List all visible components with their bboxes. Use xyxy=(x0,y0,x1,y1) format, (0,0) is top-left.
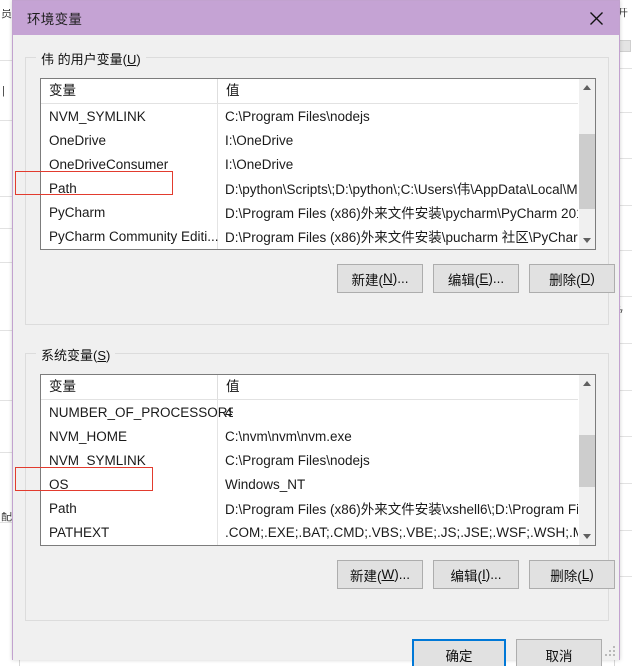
table-row[interactable]: OS Windows_NT xyxy=(41,472,595,496)
user-variables-group: 伟 的用户变量(U) 变量 值 NVM_SYMLINK C:\Program F… xyxy=(25,49,615,325)
btn-prefix: 编辑( xyxy=(450,568,482,584)
variable-value: .COM;.EXE;.BAT;.CMD;.VBS;.VBE;.JS;.JSE;.… xyxy=(225,524,585,540)
system-variables-group-title: 系统变量(S) xyxy=(36,345,116,364)
variable-name: NVM_HOME xyxy=(49,428,128,444)
scroll-down-icon[interactable] xyxy=(579,528,595,545)
user-group-title-suffix: ) xyxy=(136,52,141,67)
btn-suffix: )... xyxy=(488,271,505,286)
system-group-title-suffix: ) xyxy=(106,348,111,363)
table-row[interactable]: PROCESSOR_ARCHITECT... AMD64 xyxy=(41,544,595,545)
variable-name: NVM_SYMLINK xyxy=(49,108,146,124)
btn-prefix: 删除( xyxy=(550,568,582,584)
variable-value: D:\Program Files (x86)外来文件安装\pycharm\PyC… xyxy=(225,206,585,221)
btn-accel: L xyxy=(581,567,590,582)
variable-value: I:\OneDrive xyxy=(225,156,294,172)
user-group-title-accel: U xyxy=(126,52,137,67)
variable-value: C:\Program Files\nodejs xyxy=(225,108,370,124)
variable-value: D:\python\Scripts\;D:\python\;C:\Users\伟… xyxy=(225,182,585,197)
system-variables-group: 系统变量(S) 变量 值 NUMBER_OF_PROCESSORS 4 NVM_… xyxy=(25,345,615,621)
table-row[interactable]: OneDriveConsumer I:\OneDrive xyxy=(41,152,595,176)
environment-variables-dialog: 环境变量 伟 的用户变量(U) 变量 值 NVM_SYMLINK C:\Prog… xyxy=(12,0,620,666)
table-row[interactable]: PATHEXT .COM;.EXE;.BAT;.CMD;.VBS;.VBE;.J… xyxy=(41,520,595,544)
variable-name: Path xyxy=(49,500,77,516)
scrollbar-thumb[interactable] xyxy=(579,134,595,209)
scroll-down-icon[interactable] xyxy=(579,232,595,249)
table-row[interactable]: NVM_HOME C:\nvm\nvm\nvm.exe xyxy=(41,424,595,448)
variable-name: OneDrive xyxy=(49,132,107,148)
variable-name: OS xyxy=(49,476,69,492)
system-group-title-accel: S xyxy=(97,348,107,363)
system-variables-scrollbar[interactable] xyxy=(578,375,595,545)
system-column-header-value[interactable]: 值 xyxy=(217,375,580,399)
table-row[interactable]: NVM_SYMLINK C:\Program Files\nodejs xyxy=(41,448,595,472)
user-new-button[interactable]: 新建(N)... xyxy=(337,264,423,293)
variable-name: PATHEXT xyxy=(49,524,110,540)
table-row-path[interactable]: Path D:\python\Scripts\;D:\python\;C:\Us… xyxy=(41,176,595,200)
btn-suffix: )... xyxy=(394,567,410,582)
system-delete-button[interactable]: 删除(L) xyxy=(529,560,615,589)
btn-prefix: 新建( xyxy=(351,272,384,288)
user-variables-listview[interactable]: 变量 值 NVM_SYMLINK C:\Program Files\nodejs… xyxy=(40,78,596,250)
table-row[interactable]: PyCharm D:\Program Files (x86)外来文件安装\pyc… xyxy=(41,200,595,224)
table-row[interactable]: OneDrive I:\OneDrive xyxy=(41,128,595,152)
user-column-header-value[interactable]: 值 xyxy=(217,79,580,103)
user-variables-group-title: 伟 的用户变量(U) xyxy=(36,49,146,68)
scroll-up-icon[interactable] xyxy=(579,79,595,96)
scrollbar-thumb[interactable] xyxy=(579,435,595,487)
variable-value: 4 xyxy=(225,404,233,420)
btn-accel: N xyxy=(383,271,393,286)
dialog-body: 伟 的用户变量(U) 变量 值 NVM_SYMLINK C:\Program F… xyxy=(13,35,619,666)
table-row[interactable]: NVM_SYMLINK C:\Program Files\nodejs xyxy=(41,104,595,128)
variable-value: D:\Program Files (x86)外来文件安装\pucharm 社区\… xyxy=(225,230,585,245)
system-column-header-variable[interactable]: 变量 xyxy=(41,375,217,399)
btn-prefix: 编辑( xyxy=(447,272,480,288)
variable-value: D:\Program Files (x86)外来文件安装\xshell6\;D:… xyxy=(225,502,585,517)
cancel-button[interactable]: 取消 xyxy=(516,639,602,666)
scroll-up-icon[interactable] xyxy=(579,375,595,392)
system-variables-listview[interactable]: 变量 值 NUMBER_OF_PROCESSORS 4 NVM_HOME C:\… xyxy=(40,374,596,546)
table-row[interactable]: NUMBER_OF_PROCESSORS 4 xyxy=(41,400,595,424)
btn-suffix: ) xyxy=(589,567,594,582)
variable-value: I:\OneDrive xyxy=(225,132,294,148)
dialog-title: 环境变量 xyxy=(27,12,83,27)
resize-grip[interactable] xyxy=(603,644,615,656)
variable-name: PyCharm xyxy=(49,204,106,220)
user-variables-scrollbar[interactable] xyxy=(578,79,595,249)
btn-suffix: ) xyxy=(590,271,595,286)
user-delete-button[interactable]: 删除(D) xyxy=(529,264,615,293)
btn-accel: W xyxy=(381,567,395,582)
user-column-header-variable[interactable]: 变量 xyxy=(41,79,217,103)
btn-suffix: )... xyxy=(485,567,502,582)
variable-value: Windows_NT xyxy=(225,476,306,492)
screenshot-root: 员 | 配 开 ·ϟ 环境变量 伟 的用户变量(U) xyxy=(0,0,632,666)
dialog-titlebar: 环境变量 xyxy=(13,1,619,35)
user-listview-header: 变量 值 xyxy=(41,79,595,104)
btn-prefix: 新建( xyxy=(350,568,382,584)
table-row-path[interactable]: Path D:\Program Files (x86)外来文件安装\xshell… xyxy=(41,496,595,520)
variable-name: NVM_SYMLINK xyxy=(49,452,146,468)
system-variables-rows: NUMBER_OF_PROCESSORS 4 NVM_HOME C:\nvm\n… xyxy=(41,400,595,545)
close-icon[interactable] xyxy=(573,1,619,35)
variable-name: PyCharm Community Editi... xyxy=(49,228,219,244)
btn-prefix: 删除( xyxy=(549,272,581,288)
system-new-button[interactable]: 新建(W)... xyxy=(337,560,423,589)
user-variables-rows: NVM_SYMLINK C:\Program Files\nodejs OneD… xyxy=(41,104,595,249)
variable-value: C:\nvm\nvm\nvm.exe xyxy=(225,428,352,444)
ok-button[interactable]: 确定 xyxy=(412,639,506,666)
btn-accel: D xyxy=(580,271,591,286)
btn-suffix: )... xyxy=(392,271,409,286)
table-row[interactable]: TEMP C:\Users\伟\AppData\Local\Temp xyxy=(41,248,595,249)
variable-name: NUMBER_OF_PROCESSORS xyxy=(49,404,233,420)
user-group-title-prefix: 伟 的用户变量( xyxy=(41,52,127,67)
user-edit-button[interactable]: 编辑(E)... xyxy=(433,264,519,293)
system-edit-button[interactable]: 编辑(I)... xyxy=(433,560,519,589)
system-group-title-prefix: 系统变量( xyxy=(41,348,98,363)
system-listview-header: 变量 值 xyxy=(41,375,595,400)
table-row[interactable]: PyCharm Community Editi... D:\Program Fi… xyxy=(41,224,595,248)
btn-accel: E xyxy=(479,271,489,286)
variable-name: Path xyxy=(49,180,77,196)
variable-name: OneDriveConsumer xyxy=(49,156,169,172)
variable-value: C:\Program Files\nodejs xyxy=(225,452,370,468)
